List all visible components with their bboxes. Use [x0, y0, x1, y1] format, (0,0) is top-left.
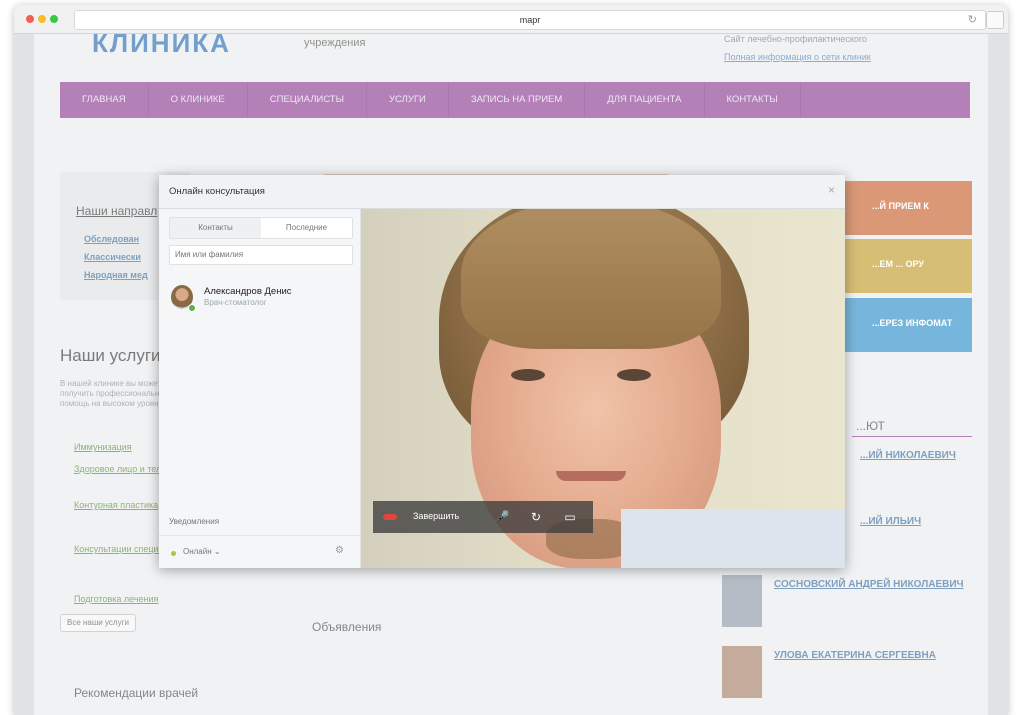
- tab-recent[interactable]: Последние: [261, 218, 352, 238]
- chevron-down-icon: ⌄: [213, 547, 221, 556]
- contacts-tabs: Контакты Последние: [169, 217, 353, 239]
- panel-divider: [159, 535, 360, 536]
- maximize-window-button[interactable]: [50, 15, 58, 23]
- notifications-label[interactable]: Уведомления: [169, 517, 219, 526]
- consultation-dialog: Онлайн консультация × Контакты Последние…: [159, 175, 845, 568]
- dialog-title: Онлайн консультация: [169, 186, 265, 197]
- remote-fringe: [461, 209, 721, 349]
- browser-titlebar: mapr ↻: [14, 5, 1008, 34]
- video-stream: Завершить 🎤 ↻ ▭: [361, 209, 845, 568]
- tabs-button[interactable]: [986, 11, 1004, 29]
- address-bar[interactable]: mapr ↻: [74, 10, 986, 30]
- remote-eye: [617, 369, 651, 381]
- status-selector[interactable]: Онлайн ⌄: [183, 547, 221, 556]
- status-dot-icon: [171, 551, 176, 556]
- status-label: Онлайн: [183, 547, 212, 556]
- dialog-header: Онлайн консультация ×: [159, 175, 845, 209]
- hangup-icon[interactable]: [383, 514, 397, 520]
- minimize-window-button[interactable]: [38, 15, 46, 23]
- close-icon[interactable]: ×: [828, 183, 835, 197]
- reload-icon[interactable]: ↻: [968, 11, 977, 29]
- remote-mouth: [556, 471, 626, 481]
- online-indicator-icon: [188, 304, 196, 312]
- tab-contacts[interactable]: Контакты: [170, 218, 261, 238]
- contact-item[interactable]: Александров Денис Врач-стоматолог: [171, 285, 351, 315]
- contact-role: Врач-стоматолог: [204, 298, 267, 307]
- contact-search-input[interactable]: [169, 245, 353, 265]
- close-window-button[interactable]: [26, 15, 34, 23]
- remote-shirt: [621, 509, 845, 568]
- screen-share-icon[interactable]: ▭: [561, 508, 579, 526]
- call-control-bar: Завершить 🎤 ↻ ▭: [373, 501, 593, 533]
- contact-name: Александров Денис: [204, 286, 292, 297]
- switch-camera-icon[interactable]: ↻: [527, 508, 545, 526]
- gear-icon[interactable]: ⚙: [335, 545, 344, 556]
- address-text: mapr: [519, 15, 541, 25]
- remote-eye: [511, 369, 545, 381]
- hangup-button[interactable]: Завершить: [413, 511, 459, 521]
- microphone-icon[interactable]: 🎤: [493, 508, 511, 526]
- contacts-panel: Контакты Последние Александров Денис Вра…: [159, 209, 361, 568]
